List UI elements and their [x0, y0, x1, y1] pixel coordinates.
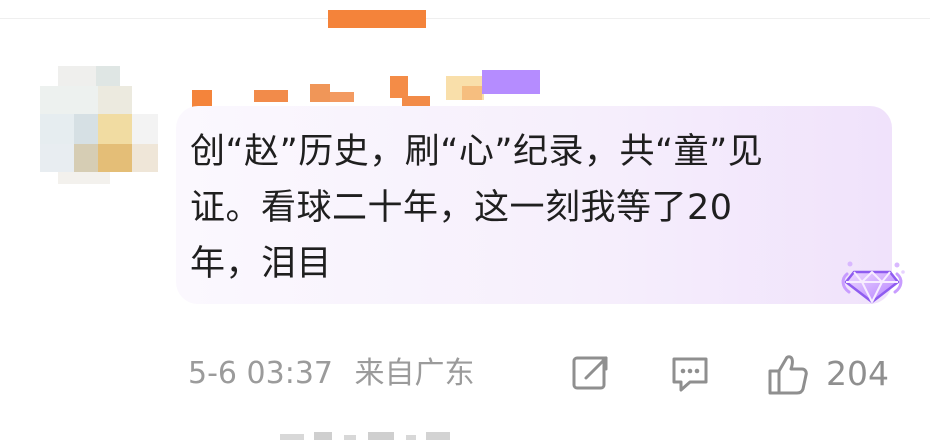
avatar[interactable]	[40, 66, 158, 184]
comment-meta: 5-6 03:37 来自广东	[188, 354, 475, 394]
reply-icon[interactable]	[664, 348, 716, 400]
location: 来自广东	[354, 356, 475, 391]
next-comment-fragment	[280, 432, 450, 440]
comment-text: 创“赵”历史，刷“心”纪录，共“童”见 证。看球二十年，这一刻我等了20 年，泪…	[190, 132, 764, 284]
purple-gem-badge-icon	[841, 261, 905, 304]
thumbs-up-icon	[768, 355, 808, 395]
like-button[interactable]: 204	[762, 346, 894, 402]
share-icon[interactable]	[566, 348, 618, 400]
like-count: 204	[826, 354, 889, 393]
username-redacted[interactable]	[192, 66, 552, 108]
timestamp: 5-6 03:37	[188, 356, 333, 391]
top-divider	[0, 18, 930, 19]
top-highlight-bar	[328, 10, 426, 28]
